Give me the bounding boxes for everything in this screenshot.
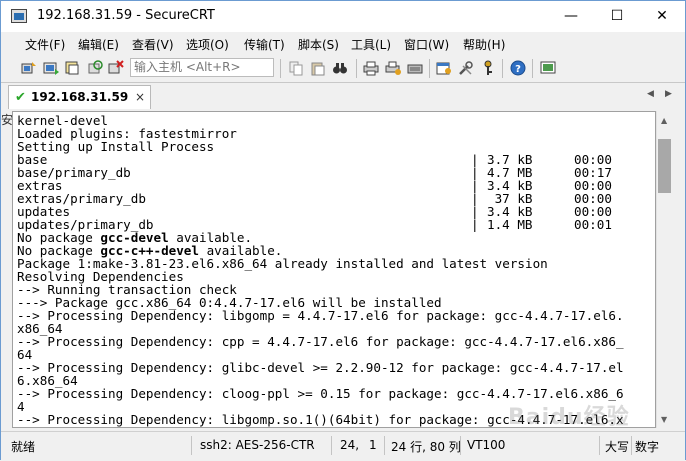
- scroll-down-icon[interactable]: ▼: [661, 415, 667, 424]
- menu-file[interactable]: 文件(F): [25, 36, 65, 53]
- connect-host-input[interactable]: 输入主机 <Alt+R>: [130, 58, 274, 77]
- status-separator: [191, 436, 192, 455]
- terminal-line: --> Processing Dependency: cpp = 4.4.7-1…: [17, 334, 624, 349]
- minimize-button[interactable]: —: [548, 1, 594, 31]
- terminal-line: --> Processing Dependency: libgomp.so.1(…: [17, 412, 624, 427]
- scroll-thumb[interactable]: [658, 139, 671, 193]
- paste-icon[interactable]: [310, 60, 326, 76]
- menu-bar: 文件(F) 编辑(E) 查看(V) 选项(O) 传输(T) 脚本(S) 工具(L…: [1, 32, 685, 54]
- download-time: 00:01: [574, 217, 612, 232]
- title-bar: 192.168.31.59 - SecureCRT — ☐ ✕: [1, 1, 685, 32]
- download-size: 1.4 MB: [487, 217, 533, 232]
- window-title: 192.168.31.59 - SecureCRT: [37, 8, 215, 23]
- terminal-line: --> Processing Dependency: cloog-ppl >= …: [17, 386, 624, 401]
- tab-scroll-left-icon[interactable]: ◀: [647, 89, 654, 99]
- maximize-button[interactable]: ☐: [594, 1, 640, 31]
- quick-connect-icon[interactable]: [43, 60, 59, 76]
- toolbar-separator: [280, 59, 281, 78]
- status-num: 数字: [635, 440, 660, 454]
- terminal-line: --> Processing Dependency: glibc-devel >…: [17, 360, 624, 375]
- tab-session[interactable]: ✔ 192.168.31.59 ×: [8, 85, 151, 109]
- copy-icon[interactable]: [288, 60, 304, 76]
- status-separator: [384, 436, 385, 455]
- terminal-screen[interactable]: kernel-devel Loaded plugins: fastestmirro…: [12, 111, 656, 428]
- toolbar-separator: [502, 59, 503, 78]
- toolbar-separator: [356, 59, 357, 78]
- scroll-up-icon[interactable]: ▲: [661, 116, 667, 125]
- status-caps: 大写: [605, 440, 630, 454]
- menu-view[interactable]: 查看(V): [132, 36, 174, 53]
- menu-tools[interactable]: 工具(L): [351, 36, 391, 53]
- session-tab-bar: ✔ 192.168.31.59 × ◀ ▶: [1, 83, 685, 109]
- svg-text:?: ?: [515, 64, 521, 75]
- terminal-scrollbar[interactable]: ▲ ▼: [656, 111, 673, 428]
- toolbar-separator: [532, 59, 533, 78]
- toolbar-separator: [429, 59, 430, 78]
- help-icon[interactable]: ?: [510, 60, 526, 76]
- connect-icon[interactable]: [21, 60, 37, 76]
- menu-transfer[interactable]: 传输(T): [244, 36, 285, 53]
- connect-tab-icon[interactable]: [64, 60, 80, 76]
- menu-edit[interactable]: 编辑(E): [78, 36, 119, 53]
- status-size: 24 行, 80 列: [391, 440, 461, 454]
- status-col: 1: [369, 438, 377, 452]
- status-separator: [460, 436, 461, 455]
- tab-label: 192.168.31.59: [31, 90, 129, 104]
- toolbar: 输入主机 <Alt+R> ?: [1, 55, 685, 83]
- status-separator: [631, 436, 632, 455]
- status-separator: [331, 436, 332, 455]
- disconnect-icon[interactable]: [108, 60, 124, 76]
- status-ready: 就绪: [11, 440, 36, 454]
- print-icon[interactable]: [363, 60, 379, 76]
- key-icon[interactable]: [480, 60, 496, 76]
- close-button[interactable]: ✕: [639, 1, 685, 31]
- download-separator: |: [471, 217, 479, 232]
- menu-script[interactable]: 脚本(S): [298, 36, 339, 53]
- menu-help[interactable]: 帮助(H): [463, 36, 505, 53]
- global-options-icon[interactable]: [458, 60, 474, 76]
- sftp-icon[interactable]: [407, 60, 423, 76]
- securecrt-app-icon: [11, 9, 27, 23]
- status-bar: 就绪 ssh2: AES-256-CTR 24, 1 24 行, 80 列 VT…: [1, 431, 685, 461]
- status-separator: [599, 436, 600, 455]
- find-icon[interactable]: [332, 60, 348, 76]
- tab-scroll-right-icon[interactable]: ▶: [665, 89, 672, 99]
- securecrt-window: 192.168.31.59 - SecureCRT — ☐ ✕ 文件(F) 编辑…: [0, 0, 686, 461]
- tab-close-icon[interactable]: ×: [135, 90, 145, 104]
- status-term: VT100: [467, 438, 506, 452]
- reconnect-icon[interactable]: [87, 60, 103, 76]
- status-cipher: ssh2: AES-256-CTR: [200, 438, 315, 452]
- screen-icon[interactable]: [540, 60, 556, 76]
- status-row: 24,: [340, 438, 360, 452]
- menu-window[interactable]: 窗口(W): [404, 36, 449, 53]
- print-setup-icon[interactable]: [385, 60, 401, 76]
- menu-options[interactable]: 选项(O): [186, 36, 229, 53]
- connected-check-icon: ✔: [15, 90, 26, 105]
- terminal-line: --> Processing Dependency: libgomp = 4.4…: [17, 308, 624, 323]
- session-options-icon[interactable]: [436, 60, 452, 76]
